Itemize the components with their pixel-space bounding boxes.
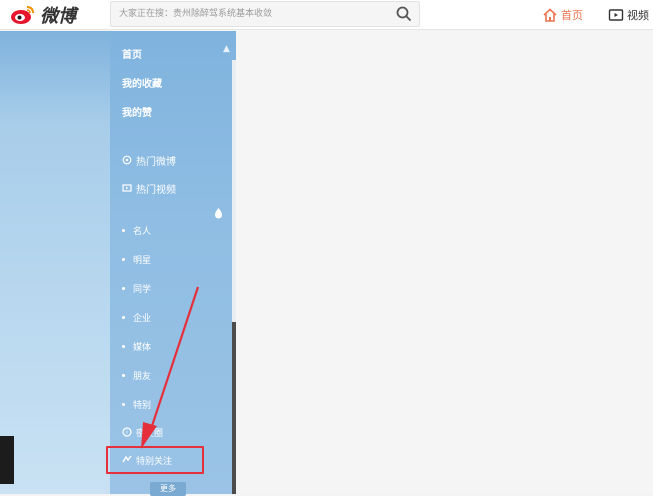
brand-name: 微博 <box>40 6 76 27</box>
svg-text:i: i <box>126 429 128 436</box>
sidebar-group-item[interactable]: 同学 <box>122 279 151 297</box>
bullet-dot-icon <box>122 315 125 319</box>
circle-group-icon: i <box>122 427 132 437</box>
bullet-dot-icon <box>122 373 125 377</box>
hot-weibo-icon <box>122 155 132 165</box>
sidebar-item-label: 首页 <box>122 49 142 61</box>
sidebar-group-item[interactable]: i 密友圈 <box>122 423 163 441</box>
sidebar-item-label: 密友圈 <box>136 428 164 439</box>
nav-home-link[interactable]: 首页 <box>542 5 583 25</box>
sidebar-item-label: 朋友 <box>133 371 152 382</box>
video-icon <box>608 9 624 21</box>
sidebar-item-label: 热门视频 <box>136 184 176 196</box>
nav-video-link[interactable]: 视频 <box>608 5 649 25</box>
home-icon <box>543 8 557 22</box>
sidebar-item-label: 名人 <box>133 226 152 237</box>
sidebar-item-label: 明星 <box>133 255 152 266</box>
search-icon[interactable] <box>395 5 413 23</box>
sidebar-group-item[interactable]: 企业 <box>122 308 151 326</box>
nav-video-label: 视频 <box>627 9 649 22</box>
collapse-arrow-icon[interactable]: ▲ <box>223 44 230 54</box>
sidebar-group-item[interactable]: 明星 <box>122 250 151 268</box>
sidebar-group-item[interactable]: 媒体 <box>122 337 151 355</box>
weibo-logo-icon <box>11 6 34 24</box>
nav-home-label: 首页 <box>561 9 583 22</box>
main-content-area <box>236 31 653 494</box>
top-navigation-bar: 微博 首页 视频 <box>0 0 653 30</box>
sidebar-item-label: 同学 <box>133 284 152 295</box>
background-dark-strip <box>0 436 14 484</box>
search-input[interactable] <box>111 2 391 26</box>
sidebar-item-label: 热门微博 <box>136 156 176 168</box>
sidebar-item-label: 我的赞 <box>122 107 152 119</box>
hot-video-icon <box>122 184 132 192</box>
sidebar-item-label: 企业 <box>133 313 152 324</box>
sidebar-item-home[interactable]: 首页 <box>122 44 142 62</box>
weibo-logo[interactable]: 微博 <box>10 2 76 28</box>
bullet-dot-icon <box>122 257 125 261</box>
page-background-skin <box>0 31 110 494</box>
sidebar-item-label: 特别 <box>133 400 152 411</box>
scroll-indicator-icon <box>215 208 222 219</box>
sidebar-item-label: 我的收藏 <box>122 78 162 90</box>
sidebar-item-hot-video[interactable]: 热门视频 <box>122 179 176 197</box>
sidebar-item-likes[interactable]: 我的赞 <box>122 102 152 120</box>
sidebar-item-favorites[interactable]: 我的收藏 <box>122 73 162 91</box>
sidebar-group-item[interactable]: 特别 <box>122 395 151 413</box>
bullet-dot-icon <box>122 228 125 232</box>
sidebar-item-label: 媒体 <box>133 342 152 353</box>
search-box <box>110 1 420 27</box>
sidebar-group-item[interactable]: 朋友 <box>122 366 151 384</box>
bullet-dot-icon <box>122 344 125 348</box>
annotation-highlight-box <box>106 446 204 474</box>
sidebar-group-item[interactable]: 名人 <box>122 221 151 239</box>
sidebar-item-hot-weibo[interactable]: 热门微博 <box>122 151 176 169</box>
bullet-dot-icon <box>122 402 125 406</box>
bullet-dot-icon <box>122 286 125 290</box>
